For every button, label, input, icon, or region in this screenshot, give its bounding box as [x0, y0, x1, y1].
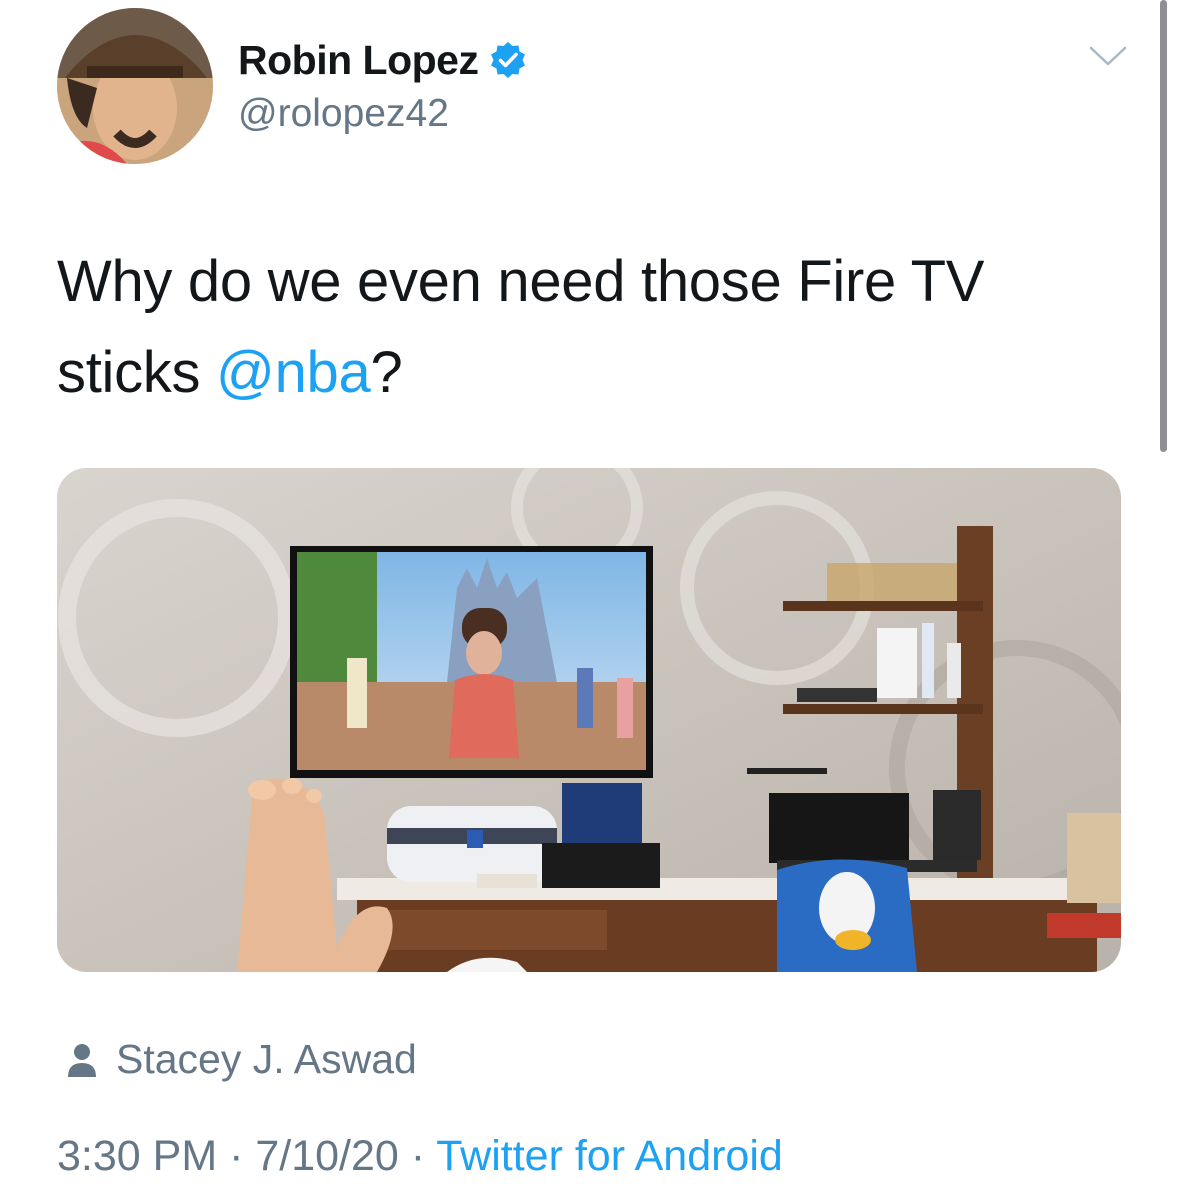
scrollbar[interactable]: [1160, 0, 1167, 452]
chevron-down-icon[interactable]: [1088, 40, 1128, 70]
mention-link[interactable]: @nba: [216, 340, 371, 405]
avatar-image: [57, 8, 213, 164]
tweet-source-link[interactable]: Twitter for Android: [436, 1132, 783, 1180]
author-handle[interactable]: @rolopez42: [238, 92, 449, 136]
tweet-text-body: Why do we even need those Fire TV sticks: [57, 249, 985, 405]
media-credit-name[interactable]: Stacey J. Aswad: [116, 1036, 417, 1083]
tweet-text: Why do we even need those Fire TV sticks…: [57, 236, 1097, 418]
verified-badge-icon: [491, 42, 526, 78]
tweet-meta: 3:30 PM · 7/10/20 · Twitter for Android: [57, 1132, 783, 1181]
author-avatar[interactable]: [57, 8, 213, 164]
tweet-date[interactable]: 7/10/20: [255, 1132, 398, 1180]
meta-separator: ·: [217, 1132, 256, 1180]
tweet-time[interactable]: 3:30 PM: [57, 1132, 217, 1180]
meta-separator-2: ·: [398, 1132, 437, 1180]
photo-illustration: [57, 468, 1121, 972]
tweet-photo[interactable]: [57, 468, 1121, 972]
media-credit[interactable]: Stacey J. Aswad: [66, 1036, 417, 1083]
tweet-text-end: ?: [370, 340, 403, 405]
person-icon: [68, 1043, 96, 1077]
author-name-row[interactable]: Robin Lopez: [238, 34, 528, 86]
author-name[interactable]: Robin Lopez: [238, 37, 479, 84]
